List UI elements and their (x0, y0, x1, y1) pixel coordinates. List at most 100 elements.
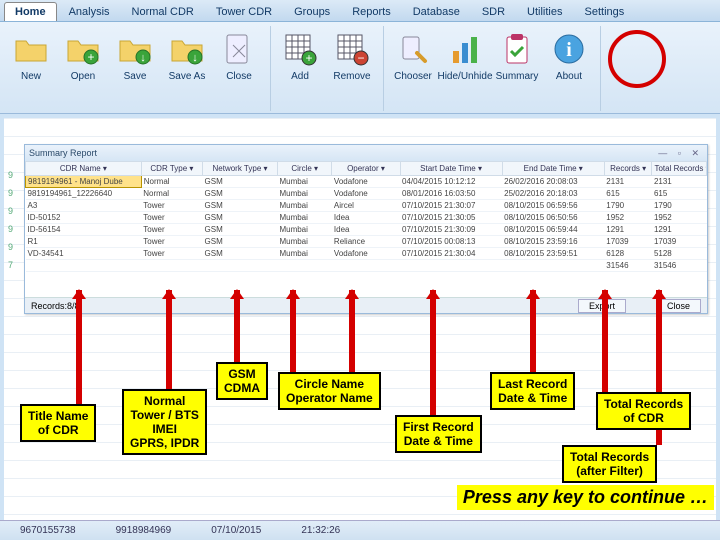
cell-end: 08/10/2015 06:50:56 (502, 212, 604, 224)
summary-report-titlebar: Summary Report — ▫ ✕ (25, 145, 707, 161)
wrench-icon (393, 29, 433, 69)
col-circle[interactable]: Circle ▾ (277, 162, 331, 176)
cell-name: ID-56154 (26, 224, 142, 236)
footer-c: 07/10/2015 (211, 525, 261, 536)
cell-end (502, 260, 604, 272)
grid-minus-icon: − (332, 29, 372, 69)
table-row[interactable]: A3TowerGSMMumbaiAircel07/10/2015 21:30:0… (26, 200, 707, 212)
saveas-button[interactable]: ↓ Save As (162, 26, 212, 111)
save-button[interactable]: ↓ Save (110, 26, 160, 111)
table-row[interactable]: 9819194961_12226640NormalGSMMumbaiVodafo… (26, 188, 707, 200)
table-row[interactable]: VD-34541TowerGSMMumbaiVodafone07/10/2015… (26, 248, 707, 260)
tab-sdr[interactable]: SDR (472, 3, 515, 21)
table-row[interactable]: ID-56154TowerGSMMumbaiIdea07/10/2015 21:… (26, 224, 707, 236)
cell-net: GSM (203, 212, 278, 224)
cell-tot: 31546 (652, 260, 707, 272)
col-end-date-time[interactable]: End Date Time ▾ (502, 162, 604, 176)
save-label: Save (124, 71, 147, 82)
table-row[interactable]: 3154631546 (26, 260, 707, 272)
cell-name: R1 (26, 236, 142, 248)
main-tabs: HomeAnalysisNormal CDRTower CDRGroupsRep… (0, 0, 720, 22)
tab-analysis[interactable]: Analysis (59, 3, 120, 21)
col-cdr-name[interactable]: CDR Name ▾ (26, 162, 142, 176)
cell-circle: Mumbai (277, 248, 331, 260)
cell-name: A3 (26, 200, 142, 212)
col-total-records[interactable]: Total Records ▾ (652, 162, 707, 176)
close-button[interactable]: Close (656, 299, 701, 313)
ribbon-group-edit: +Add−Remove (275, 26, 384, 111)
cell-net: GSM (203, 188, 278, 200)
tab-normal-cdr[interactable]: Normal CDR (122, 3, 204, 21)
tab-home[interactable]: Home (4, 2, 57, 21)
cell-type: Normal (141, 176, 202, 188)
row-number: 9 (8, 188, 13, 198)
cell-net: GSM (203, 176, 278, 188)
cell-op: Idea (332, 224, 400, 236)
cell-op: Idea (332, 212, 400, 224)
cell-name: ID-50152 (26, 212, 142, 224)
cell-op: Vodafone (332, 248, 400, 260)
press-key-prompt: Press any key to continue … (457, 485, 714, 510)
arrow-last-dt (530, 290, 536, 380)
ribbon: New+Open↓Save↓Save AsClose+Add−RemoveCho… (0, 22, 720, 114)
table-row[interactable]: 9819194961 - Manoj DubeNormalGSMMumbaiVo… (26, 176, 707, 188)
cell-type: Tower (141, 236, 202, 248)
new-button[interactable]: New (6, 26, 56, 111)
arrow-type (166, 290, 172, 405)
about-button[interactable]: iAbout (544, 26, 594, 111)
chooser-label: Chooser (394, 71, 432, 82)
hide-button[interactable]: Hide/Unhide (440, 26, 490, 111)
cell-rec: 1291 (604, 224, 652, 236)
cell-start: 07/10/2015 21:30:05 (400, 212, 502, 224)
summary-button[interactable]: Summary (492, 26, 542, 111)
col-cdr-type[interactable]: CDR Type ▾ (141, 162, 202, 176)
row-number: 9 (8, 170, 13, 180)
tab-utilities[interactable]: Utilities (517, 3, 572, 21)
svg-text:↓: ↓ (192, 52, 198, 64)
folder-down-icon: ↓ (167, 29, 207, 69)
folder-down-icon: ↓ (115, 29, 155, 69)
svg-text:+: + (87, 50, 94, 64)
cell-circle: Mumbai (277, 212, 331, 224)
col-network-type[interactable]: Network Type ▾ (203, 162, 278, 176)
col-records[interactable]: Records ▾ (604, 162, 652, 176)
remove-button[interactable]: −Remove (327, 26, 377, 111)
row-number: 9 (8, 206, 13, 216)
arrow-first-dt (430, 290, 436, 420)
tab-reports[interactable]: Reports (342, 3, 401, 21)
cell-start: 07/10/2015 21:30:04 (400, 248, 502, 260)
summary-report-title: Summary Report (29, 148, 97, 158)
close-icon (219, 29, 259, 69)
cell-type: Normal (141, 188, 202, 200)
footer-b: 9918984969 (116, 525, 172, 536)
records-count: Records:8/8 (31, 301, 80, 311)
cell-start (400, 260, 502, 272)
add-button[interactable]: +Add (275, 26, 325, 111)
col-operator[interactable]: Operator ▾ (332, 162, 400, 176)
col-start-date-time[interactable]: Start Date Time ▾ (400, 162, 502, 176)
table-row[interactable]: ID-50152TowerGSMMumbaiIdea07/10/2015 21:… (26, 212, 707, 224)
table-row[interactable]: R1TowerGSMMumbaiReliance07/10/2015 00:08… (26, 236, 707, 248)
row-number: 9 (8, 224, 13, 234)
tab-database[interactable]: Database (403, 3, 470, 21)
row-number: 7 (8, 260, 13, 270)
close-button[interactable]: Close (214, 26, 264, 111)
folder-plus-icon: + (63, 29, 103, 69)
cell-net: GSM (203, 248, 278, 260)
cell-name (26, 260, 142, 272)
open-button[interactable]: +Open (58, 26, 108, 111)
cell-tot: 1952 (652, 212, 707, 224)
saveas-label: Save As (169, 71, 206, 82)
cell-rec: 1790 (604, 200, 652, 212)
cell-op (332, 260, 400, 272)
callout-last-dt: Last RecordDate & Time (490, 372, 575, 410)
cell-name: VD-34541 (26, 248, 142, 260)
tab-groups[interactable]: Groups (284, 3, 340, 21)
app-status-bar: 9670155738 9918984969 07/10/2015 21:32:2… (0, 520, 720, 540)
about-label: About (556, 71, 582, 82)
chooser-button[interactable]: Chooser (388, 26, 438, 111)
bars-icon (445, 29, 485, 69)
tab-settings[interactable]: Settings (575, 3, 635, 21)
tab-tower-cdr[interactable]: Tower CDR (206, 3, 282, 21)
window-controls[interactable]: — ▫ ✕ (658, 148, 703, 159)
